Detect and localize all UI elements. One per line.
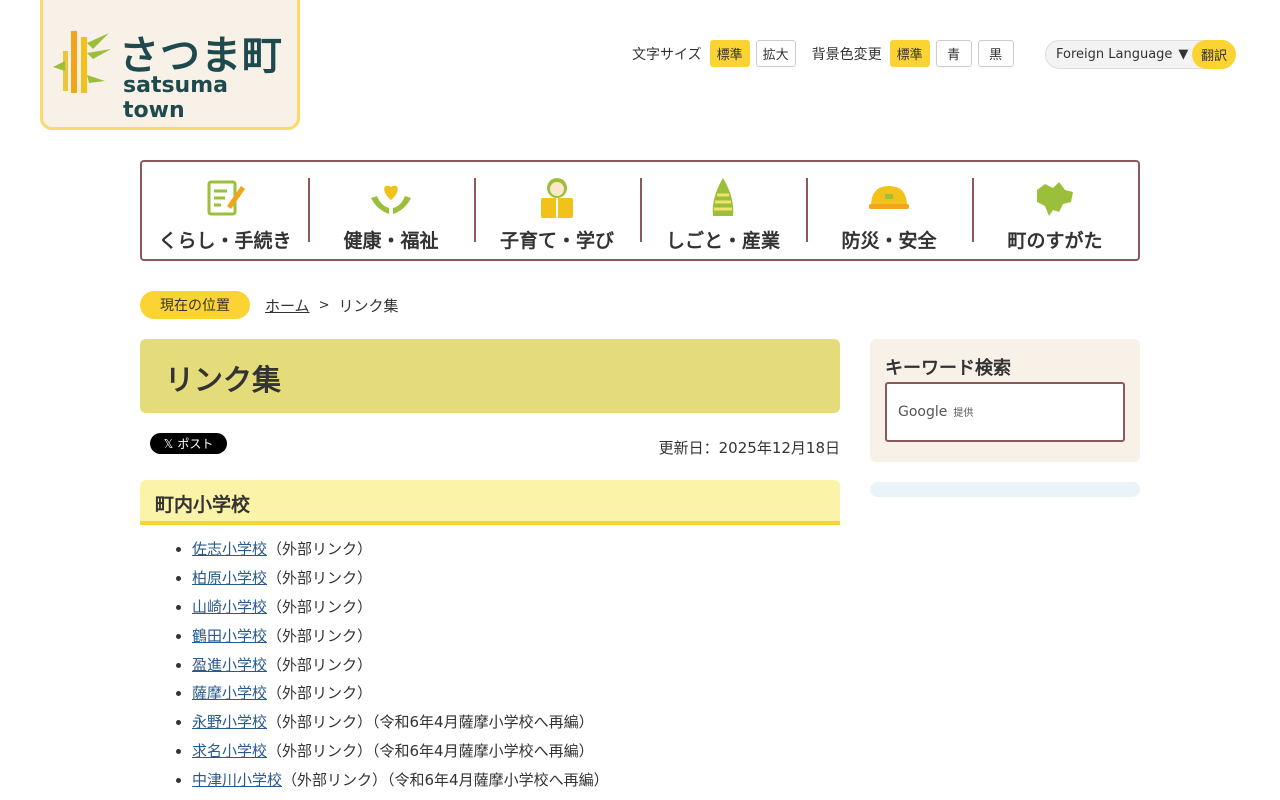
gnav-item-work[interactable]: しごと・産業 xyxy=(640,162,806,259)
gnav-label: 子育て・学び xyxy=(499,230,614,252)
town-map-icon xyxy=(1037,182,1073,216)
language-selector: Foreign Language ▼ 翻訳 xyxy=(1045,40,1236,69)
bamboo-shoot-icon xyxy=(712,178,734,216)
list-item: 永野小学校（外部リンク）（令和6年4月薩摩小学校へ再編） xyxy=(192,711,609,740)
section-heading: 町内小学校 xyxy=(155,494,251,516)
list-item: 薩摩小学校（外部リンク） xyxy=(192,682,609,711)
font-size-standard-button[interactable]: 標準 xyxy=(709,40,750,67)
link-note: （外部リンク）（令和6年4月薩摩小学校へ再編） xyxy=(267,713,594,732)
background-black-button[interactable]: 黒 xyxy=(977,40,1014,67)
global-nav: くらし・手続き 健康・福祉 子育て・学び しごと・産業 防災・安全 町のすがた xyxy=(140,160,1140,261)
list-item: 求名小学校（外部リンク）（令和6年4月薩摩小学校へ再編） xyxy=(192,740,609,769)
link-note: （外部リンク） xyxy=(267,626,373,645)
google-label: Google xyxy=(898,404,948,420)
list-item: 山崎小学校（外部リンク） xyxy=(192,596,609,625)
site-logo[interactable]: さつま町 satsuma town xyxy=(40,0,300,130)
x-post-label: ポスト xyxy=(177,437,214,451)
school-link[interactable]: 盈進小学校 xyxy=(192,656,267,674)
translate-button[interactable]: 翻訳 xyxy=(1192,40,1236,69)
list-item: 佐志小学校（外部リンク） xyxy=(192,538,609,567)
gnav-label: 防災・安全 xyxy=(841,230,937,252)
chevron-right-icon: > xyxy=(318,297,330,313)
school-link[interactable]: 山崎小学校 xyxy=(192,598,267,616)
link-note: （外部リンク）（令和6年4月薩摩小学校へ再編） xyxy=(267,742,594,761)
link-note: （外部リンク） xyxy=(267,655,373,674)
font-size-label: 文字サイズ xyxy=(632,46,702,63)
gnav-item-childcare[interactable]: 子育て・学び xyxy=(474,162,640,259)
breadcrumb: 現在の位置 ホーム > リンク集 xyxy=(140,291,398,319)
gnav-item-health[interactable]: 健康・福祉 xyxy=(308,162,474,259)
list-item: 柏原小学校（外部リンク） xyxy=(192,567,609,596)
link-note: （外部リンク）（令和6年4月薩摩小学校へ再編） xyxy=(282,771,609,790)
child-book-icon xyxy=(541,178,573,218)
school-link[interactable]: 柏原小学校 xyxy=(192,569,267,587)
gnav-item-town[interactable]: 町のすがた xyxy=(972,162,1138,259)
link-note: （外部リンク） xyxy=(267,684,373,703)
breadcrumb-tag: 現在の位置 xyxy=(140,291,250,319)
school-link[interactable]: 鶴田小学校 xyxy=(192,627,267,645)
gnav-label: しごと・産業 xyxy=(665,230,780,252)
background-standard-button[interactable]: 標準 xyxy=(889,40,930,67)
updated-date: 更新日：2025年12月18日 xyxy=(658,439,840,457)
x-logo-icon: 𝕏 xyxy=(163,436,174,451)
link-note: （外部リンク） xyxy=(267,540,373,558)
bamboo-logo-icon xyxy=(53,31,111,93)
school-link[interactable]: 中津川小学校 xyxy=(192,771,282,789)
list-item: 盈進小学校（外部リンク） xyxy=(192,654,609,683)
gnav-label: 健康・福祉 xyxy=(343,230,439,252)
gnav-item-living[interactable]: くらし・手続き xyxy=(142,162,308,259)
helmet-icon xyxy=(869,186,909,209)
page-title-box: リンク集 xyxy=(140,339,840,413)
heart-hands-icon xyxy=(371,185,411,214)
language-select-label: Foreign Language xyxy=(1056,47,1173,62)
school-link[interactable]: 永野小学校 xyxy=(192,713,267,731)
keyword-search-panel: キーワード検索 Google 提供 xyxy=(870,339,1140,462)
link-note: （外部リンク） xyxy=(267,568,373,587)
keyword-search-title: キーワード検索 xyxy=(885,358,1011,379)
link-note: （外部リンク） xyxy=(267,597,373,616)
x-post-button[interactable]: 𝕏 ポスト xyxy=(150,433,227,454)
sidebar-banner-area xyxy=(870,482,1140,497)
font-size-large-button[interactable]: 拡大 xyxy=(755,40,796,67)
gnav-label: くらし・手続き xyxy=(158,230,292,252)
school-link[interactable]: 佐志小学校 xyxy=(192,540,267,558)
chevron-down-icon: ▼ xyxy=(1178,47,1189,62)
section-heading-box: 町内小学校 xyxy=(140,480,840,525)
search-input[interactable]: Google 提供 xyxy=(885,382,1125,442)
breadcrumb-current: リンク集 xyxy=(338,296,399,315)
page-title: リンク集 xyxy=(165,363,282,397)
logo-name-en: satsuma town xyxy=(123,73,228,123)
school-link[interactable]: 求名小学校 xyxy=(192,742,267,760)
list-item: 鶴田小学校（外部リンク） xyxy=(192,625,609,654)
accessibility-tools: 文字サイズ 標準 拡大 背景色変更 標準 青 黒 xyxy=(632,40,1020,67)
google-provided-watermark: Google 提供 xyxy=(898,404,973,420)
school-link-list: 佐志小学校（外部リンク） 柏原小学校（外部リンク） 山崎小学校（外部リンク） 鶴… xyxy=(192,538,609,798)
gnav-label: 町のすがた xyxy=(1007,230,1103,252)
form-icon xyxy=(207,180,245,216)
background-label: 背景色変更 xyxy=(811,46,882,63)
provided-label: 提供 xyxy=(953,408,974,419)
gnav-item-safety[interactable]: 防災・安全 xyxy=(806,162,972,259)
breadcrumb-home-link[interactable]: ホーム xyxy=(265,295,310,316)
language-select[interactable]: Foreign Language ▼ xyxy=(1046,47,1192,62)
list-item: 中津川小学校（外部リンク）（令和6年4月薩摩小学校へ再編） xyxy=(192,769,609,798)
background-blue-button[interactable]: 青 xyxy=(935,40,972,67)
school-link[interactable]: 薩摩小学校 xyxy=(192,684,267,702)
